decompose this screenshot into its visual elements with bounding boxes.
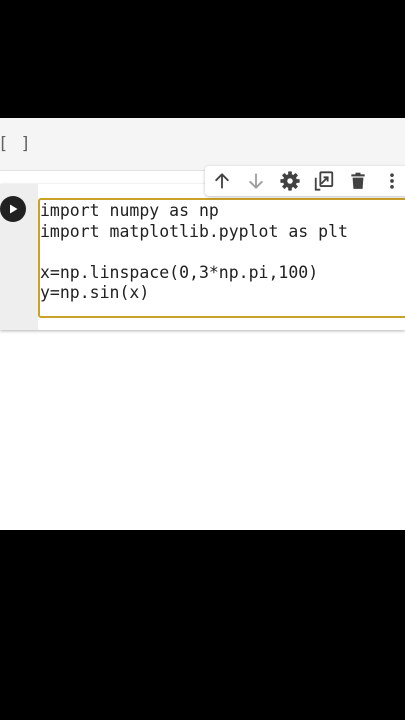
delete-cell-button[interactable] (341, 166, 375, 196)
cell-gutter (0, 184, 38, 330)
code-line: import numpy as np (40, 201, 219, 220)
code-line: import matplotlib.pyplot as plt (40, 221, 348, 241)
trash-icon (351, 172, 365, 189)
cell-toolbar (205, 166, 405, 196)
move-cell-down-button[interactable] (239, 166, 273, 196)
mirror-cell-button[interactable] (307, 166, 341, 196)
code-line: x=np.linspace(0,3*np.pi,100) (40, 262, 319, 282)
arrow-up-icon (215, 173, 229, 189)
move-cell-up-button[interactable] (205, 166, 239, 196)
code-cell[interactable]: import numpy as np import matplotlib.pypl… (0, 184, 405, 330)
gear-icon (280, 171, 300, 191)
execution-count: [ ] (0, 134, 32, 154)
arrow-down-icon (249, 173, 263, 189)
more-actions-button[interactable] (375, 166, 405, 196)
run-cell-button[interactable] (0, 196, 26, 222)
code-line: y=np.sin(x) (40, 283, 150, 302)
more-vert-icon (390, 173, 394, 189)
play-icon (10, 204, 18, 214)
cell-settings-button[interactable] (273, 166, 307, 196)
code-editor[interactable]: import numpy as np import matplotlib.pypl… (38, 198, 405, 318)
notebook-viewport: [ ] import numpy as np import matplotlib.… (0, 118, 405, 530)
previous-code-cell[interactable]: [ ] (0, 118, 405, 171)
mirror-cell-icon (314, 171, 334, 191)
code-text: import numpy as np import matplotlib.pypl… (40, 201, 348, 304)
